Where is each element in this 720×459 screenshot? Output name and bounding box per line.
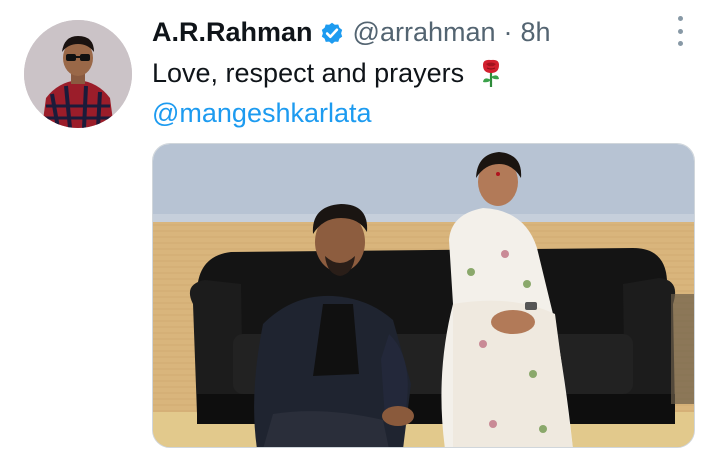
tweet-media-image[interactable] [152, 143, 695, 448]
avatar-image [24, 20, 132, 128]
verified-badge-icon [319, 19, 345, 45]
tweet-text-content: Love, respect and prayers [152, 58, 465, 88]
handle[interactable]: @arrahman [353, 14, 496, 50]
mention-link[interactable]: @mangeshkarlata [152, 96, 372, 130]
avatar[interactable] [24, 20, 132, 128]
rose-icon [478, 58, 504, 88]
dot [677, 41, 683, 46]
photo [153, 144, 694, 447]
display-name[interactable]: A.R.Rahman [152, 14, 313, 50]
tweet-text: Love, respect and prayers [152, 56, 504, 90]
separator: · [503, 17, 513, 47]
more-options-icon[interactable] [672, 16, 688, 46]
tweet-header: A.R.Rahman @arrahman · 8h [152, 14, 551, 50]
dot [677, 16, 683, 21]
timestamp[interactable]: 8h [521, 14, 551, 50]
dot [677, 28, 683, 34]
